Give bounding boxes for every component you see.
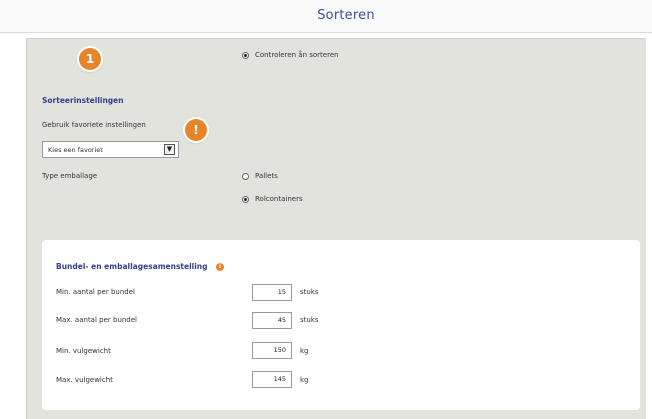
page-title: Sorteren (317, 8, 375, 23)
bundle-heading: Bundel- en emballagesamenstelling (56, 262, 208, 271)
packaging-type-label: Type emballage (42, 172, 98, 180)
max-fill-weight-label: Max. vulgewicht (56, 376, 113, 384)
controle-radio[interactable] (242, 52, 249, 59)
min-fill-weight-label: Min. vulgewicht (56, 347, 111, 355)
info-icon[interactable]: i (216, 263, 224, 271)
step-number-badge: 1 (79, 48, 101, 70)
title-bar: Sorteren (0, 0, 652, 33)
max-per-bundle-label: Max. aantal per bundel (56, 316, 138, 324)
min-per-bundle-input[interactable]: 15 (252, 284, 292, 301)
min-per-bundle-label: Min. aantal per bundel (56, 288, 135, 296)
packaging-radio-rolcontainers[interactable] (242, 196, 249, 203)
max-per-bundle-input[interactable]: 45 (252, 312, 292, 329)
min-per-bundle-unit: stuks (300, 288, 319, 296)
warning-badge: ! (185, 119, 207, 141)
favorite-select[interactable]: Kies een favoriet ▼ (42, 141, 179, 158)
packaging-option-pallets: Pallets (255, 172, 278, 180)
favorite-select-value: Kies een favoriet (48, 146, 103, 154)
sort-settings-heading: Sorteerinstellingen (42, 96, 124, 105)
max-fill-weight-input[interactable]: 145 (252, 371, 292, 388)
chevron-down-icon[interactable]: ▼ (164, 144, 175, 155)
controle-radio-label: Controleren ån sorteren (255, 51, 339, 59)
min-fill-weight-unit: kg (300, 347, 309, 355)
packaging-option-rolcontainers: Rolcontainers (255, 195, 303, 203)
min-fill-weight-input[interactable]: 150 (252, 342, 292, 359)
max-fill-weight-unit: kg (300, 376, 309, 384)
max-per-bundle-unit: stuks (300, 316, 319, 324)
packaging-radio-pallets[interactable] (242, 173, 249, 180)
page: Sorteren 1 Controleren ån sorteren Sorte… (0, 0, 652, 419)
favorites-label: Gebruik favoriete instellingen (42, 121, 146, 129)
